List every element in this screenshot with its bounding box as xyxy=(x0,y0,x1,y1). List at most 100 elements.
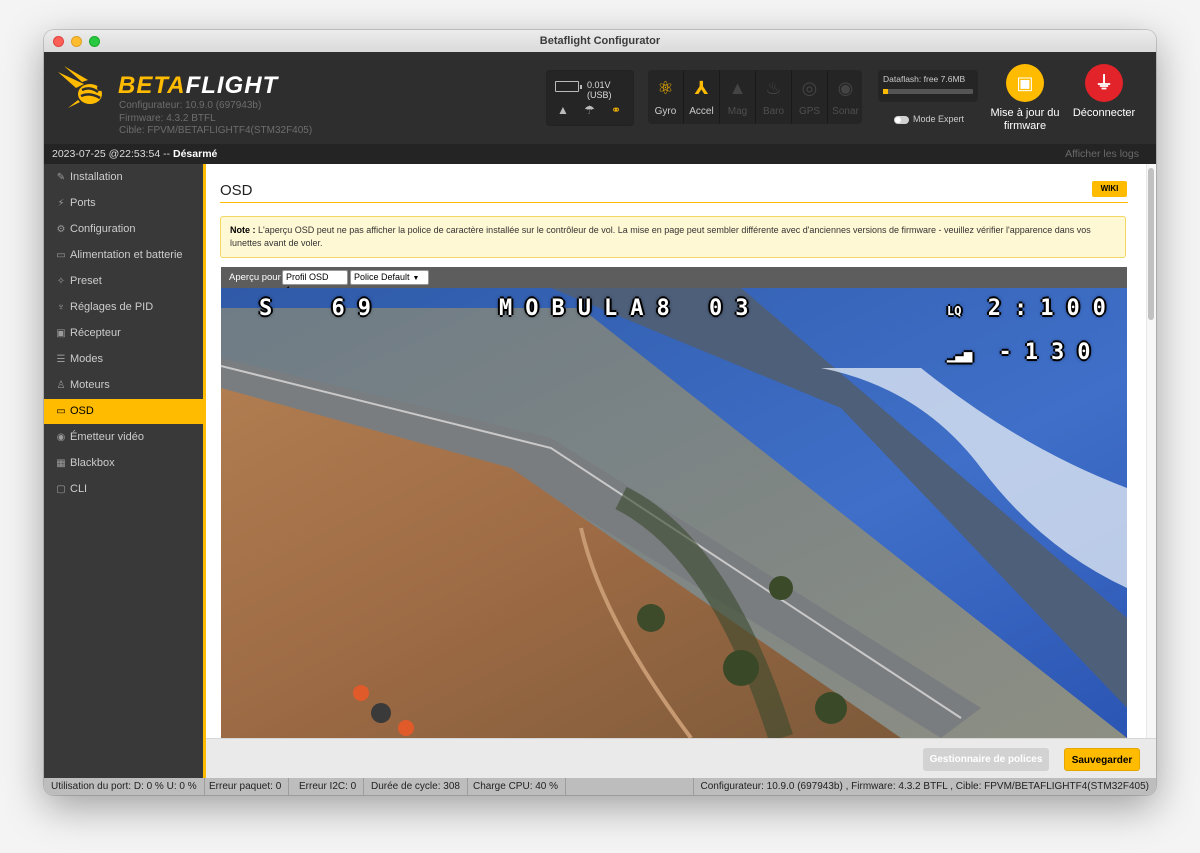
sidebar-item-installation[interactable]: ✎ Installation xyxy=(44,165,203,190)
osd-craft-name: MOBULA8 03 xyxy=(499,296,762,321)
link-icon: ⚭ xyxy=(611,103,622,117)
dataflash-bar-fill xyxy=(883,89,889,94)
sidebar-item-cli[interactable]: ▢ CLI xyxy=(44,477,203,502)
dataflash-panel: Dataflash: free 7.6MB xyxy=(878,70,978,102)
sensor-label: Baro xyxy=(762,106,785,117)
sensor-mag: ▲ Mag xyxy=(720,70,756,124)
sensor-label: GPS xyxy=(798,106,821,117)
expert-mode-toggle[interactable]: Mode Expert xyxy=(894,114,964,124)
maximize-window-button[interactable] xyxy=(89,36,100,47)
scrollbar-thumb[interactable] xyxy=(1148,168,1154,320)
header: BETAFLIGHT Configurateur: 10.9.0 (697943… xyxy=(44,52,1156,144)
sidebar-item-label: Alimentation et batterie xyxy=(70,249,183,261)
sidebar-item-label: OSD xyxy=(70,405,94,417)
font-manager-button[interactable]: Gestionnaire de polices xyxy=(923,748,1049,771)
show-logs-link[interactable]: Afficher les logs xyxy=(1065,144,1139,164)
cycle-time: Durée de cycle: 308 xyxy=(364,778,468,795)
sidebar-item-label: Récepteur xyxy=(70,327,121,339)
osd-link-quality: LQ 2:100 xyxy=(947,296,1119,321)
osd-profile-select[interactable]: Profil OSD 1▼ xyxy=(282,270,348,295)
osd-icon: ▭ xyxy=(56,406,66,417)
satellite-icon: ◎ xyxy=(801,78,818,98)
note-box: Note : L'aperçu OSD peut ne pas afficher… xyxy=(220,216,1126,258)
osd-tab-content: OSD WIKI Note : L'aperçu OSD peut ne pas… xyxy=(206,164,1156,738)
sidebar-item-label: Réglages de PID xyxy=(70,301,154,313)
armed-state: Désarmé xyxy=(173,148,218,160)
tree-icon: ♆ xyxy=(57,302,65,313)
sensor-label: Gyro xyxy=(654,106,677,117)
disconnect-button[interactable]: ⏚ Déconnecter xyxy=(1064,64,1144,120)
plug-icon: ⚡ xyxy=(57,198,65,209)
title-divider xyxy=(220,202,1128,203)
wiki-button[interactable]: WIKI xyxy=(1092,181,1127,197)
osd-rssi-icon: Ѕ xyxy=(259,296,286,321)
page-title: OSD xyxy=(220,182,253,199)
arming-status: 2023-07-25 @22:53:54 -- Désarmé xyxy=(52,144,217,164)
sidebar-item-label: CLI xyxy=(70,483,88,495)
close-window-button[interactable] xyxy=(53,36,64,47)
parachute-icon: ☂ xyxy=(584,103,595,117)
sidebar-item-osd[interactable]: ▭ OSD xyxy=(44,399,203,424)
preview-header: Aperçu pour Profil OSD 1▼ Police Default… xyxy=(221,267,1127,295)
sidebar-item-label: Émetteur vidéo xyxy=(70,431,144,443)
sidebar-item-modes[interactable]: ☰ Modes xyxy=(44,347,203,372)
battery-panel: 0.01V (USB) ▲ ☂ ⚭ xyxy=(546,70,634,126)
status-datetime: 2023-07-25 @22:53:54 -- xyxy=(52,148,173,160)
sidebar-nav: ✎ Installation ⚡ Ports ⚙ Configuration ▭ Alimen… xyxy=(44,164,203,778)
window-title: Betaflight Configurator xyxy=(539,35,661,47)
cpu-load: Charge CPU: 40 % xyxy=(466,778,567,795)
note-text: L'aperçu OSD peut ne pas afficher la pol… xyxy=(230,225,1091,248)
target-board: Cible: FPVM/BETAFLIGHTF4(STM32F405) xyxy=(119,125,313,136)
packet-error: Erreur paquet: 0 xyxy=(202,778,290,795)
sensor-gyro: ⚛ Gyro xyxy=(648,70,684,124)
blackbox-icon: ▦ xyxy=(56,458,66,469)
toggles-icon: ☰ xyxy=(56,354,66,365)
gyro-icon: ⚛ xyxy=(657,78,674,98)
broadcast-icon: ◉ xyxy=(56,432,66,443)
thermometer-icon: ♨ xyxy=(765,78,782,98)
battery-voltage: 0.01V (USB) xyxy=(587,80,612,100)
minimize-window-button[interactable] xyxy=(71,36,82,47)
magic-icon: ✧ xyxy=(56,276,66,287)
sidebar-item-label: Blackbox xyxy=(70,457,115,469)
disconnect-label: Déconnecter xyxy=(1072,107,1136,119)
osd-rssi-small: Ѕ 69 xyxy=(259,296,384,321)
lq-value: 2:100 xyxy=(987,296,1119,321)
sidebar-item-label: Preset xyxy=(70,275,102,287)
sidebar-item--metteur-vid-o[interactable]: ◉ Émetteur vidéo xyxy=(44,425,203,450)
usb-icon: ⏚ xyxy=(1085,64,1123,102)
chevron-down-icon: ▼ xyxy=(412,275,420,282)
sidebar-item-moteurs[interactable]: ♙ Moteurs xyxy=(44,373,203,398)
configurator-version: Configurateur: 10.9.0 (697943b) xyxy=(119,100,262,111)
font-select[interactable]: Police Default ▼ xyxy=(350,270,429,285)
sidebar-item-label: Configuration xyxy=(70,223,136,235)
preview-for-label: Aperçu pour xyxy=(229,272,281,283)
sidebar-item-alimentation-et-batterie[interactable]: ▭ Alimentation et batterie xyxy=(44,243,203,268)
gear-icon: ⚙ xyxy=(56,224,66,235)
sidebar-item-label: Ports xyxy=(70,197,96,209)
sidebar-item-blackbox[interactable]: ▦ Blackbox xyxy=(44,451,203,476)
sidebar-item-configuration[interactable]: ⚙ Configuration xyxy=(44,217,203,242)
version-info: Configurateur: 10.9.0 (697943b) Firmware… xyxy=(119,100,312,138)
sidebar-item-preset[interactable]: ✧ Preset xyxy=(44,269,203,294)
app-window: Betaflight Configurator BETAFLIGHT Confi… xyxy=(44,30,1156,795)
sensor-gps: ◎ GPS xyxy=(792,70,828,124)
sidebar-item-r-cepteur[interactable]: ▣ Récepteur xyxy=(44,321,203,346)
sensor-panel: ⚛ Gyro ⅄ Accel ▲ Mag ♨ Baro ◎ GPS ◉ Sona… xyxy=(648,70,862,124)
sensor-accel: ⅄ Accel xyxy=(684,70,720,124)
sidebar-item-r-glages-de-pid[interactable]: ♆ Réglages de PID xyxy=(44,295,203,320)
sensor-label: Mag xyxy=(727,106,748,117)
toggle-switch[interactable] xyxy=(894,115,909,124)
chip-icon: ▣ xyxy=(1006,64,1044,102)
wrench-icon: ✎ xyxy=(56,172,66,183)
sidebar-item-ports[interactable]: ⚡ Ports xyxy=(44,191,203,216)
sensor-label: Accel xyxy=(689,106,714,117)
dataflash-bar xyxy=(883,89,973,94)
battery-icon: ▭ xyxy=(56,250,66,261)
osd-preview[interactable]: Ѕ 69 MOBULA8 03 LQ 2:100 ▁▃▅ -130 xyxy=(221,288,1127,738)
sidebar-item-label: Moteurs xyxy=(70,379,110,391)
motor-icon: ♙ xyxy=(56,380,66,391)
save-button[interactable]: Sauvegarder xyxy=(1064,748,1140,771)
flash-firmware-button[interactable]: ▣ Mise à jour du firmware xyxy=(985,64,1065,133)
brand-name: BETAFLIGHT xyxy=(118,72,278,100)
